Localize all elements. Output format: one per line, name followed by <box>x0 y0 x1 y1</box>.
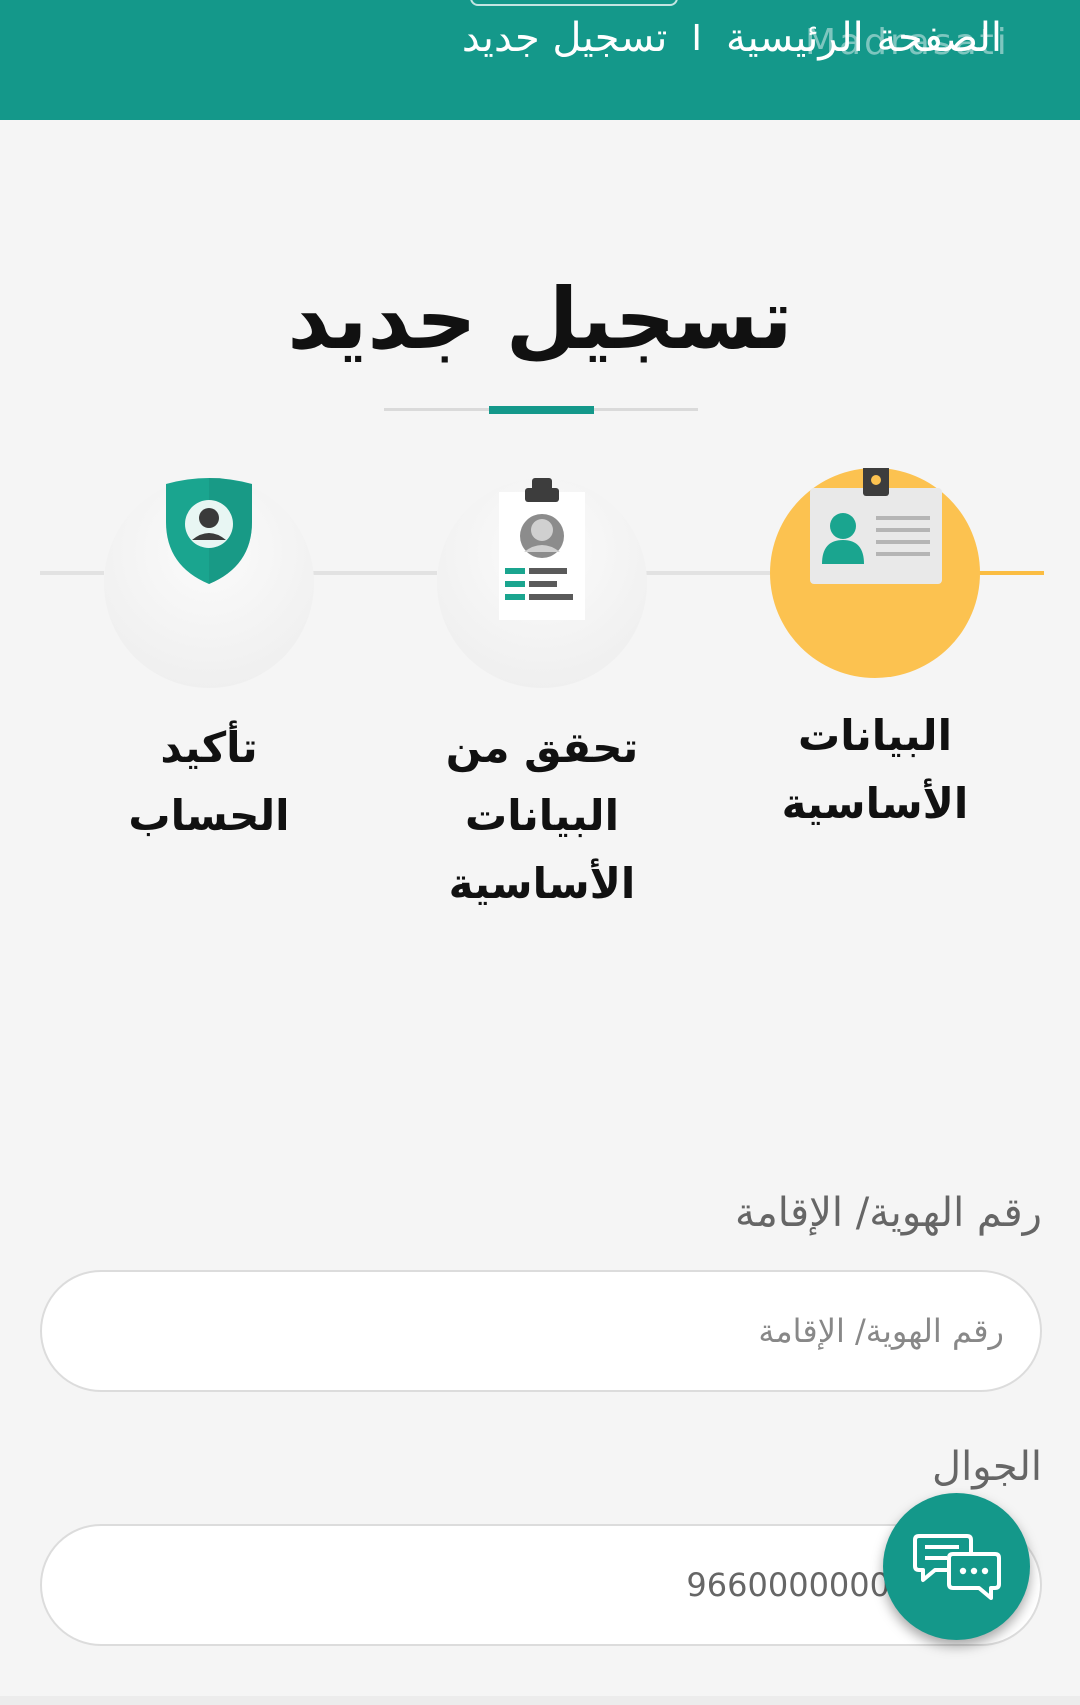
step-connector <box>40 571 104 575</box>
title-divider-accent <box>489 406 594 414</box>
chat-bubbles-icon <box>912 1533 1001 1600</box>
step-1-label: البيانات الأساسية <box>781 711 969 828</box>
step-3-label: تأكيد الحساب <box>128 723 290 840</box>
bottom-edge <box>0 1696 1080 1705</box>
watermark-logo-text: Madrasati <box>805 22 1010 63</box>
chat-button[interactable] <box>883 1493 1030 1640</box>
top-header-bar: الصفحة الرئيسية I تسجيل جديد Madrasati <box>0 0 1080 120</box>
id-card-icon <box>810 466 942 584</box>
step-connector <box>312 571 437 575</box>
page-title: تسجيل جديد <box>287 270 793 368</box>
step-3-circle[interactable] <box>104 476 314 688</box>
id-number-label: رقم الهوية/ الإقامة <box>734 1190 1042 1236</box>
id-number-input[interactable] <box>40 1270 1042 1392</box>
breadcrumb-current: تسجيل جديد <box>461 15 668 61</box>
step-2-circle[interactable] <box>437 478 647 688</box>
user-shield-icon <box>166 476 252 584</box>
step-connector-active <box>978 571 1044 575</box>
profile-document-icon <box>499 478 585 620</box>
header-pill-decoration <box>470 0 678 6</box>
step-1-circle[interactable] <box>770 466 980 678</box>
mobile-label: الجوال <box>932 1444 1042 1490</box>
registration-page: الصفحة الرئيسية I تسجيل جديد Madrasati ت… <box>0 0 1080 1705</box>
step-2-label: تحقق من البيانات الأساسية <box>445 723 639 908</box>
breadcrumb-separator: I <box>691 17 703 59</box>
step-connector <box>645 571 770 575</box>
